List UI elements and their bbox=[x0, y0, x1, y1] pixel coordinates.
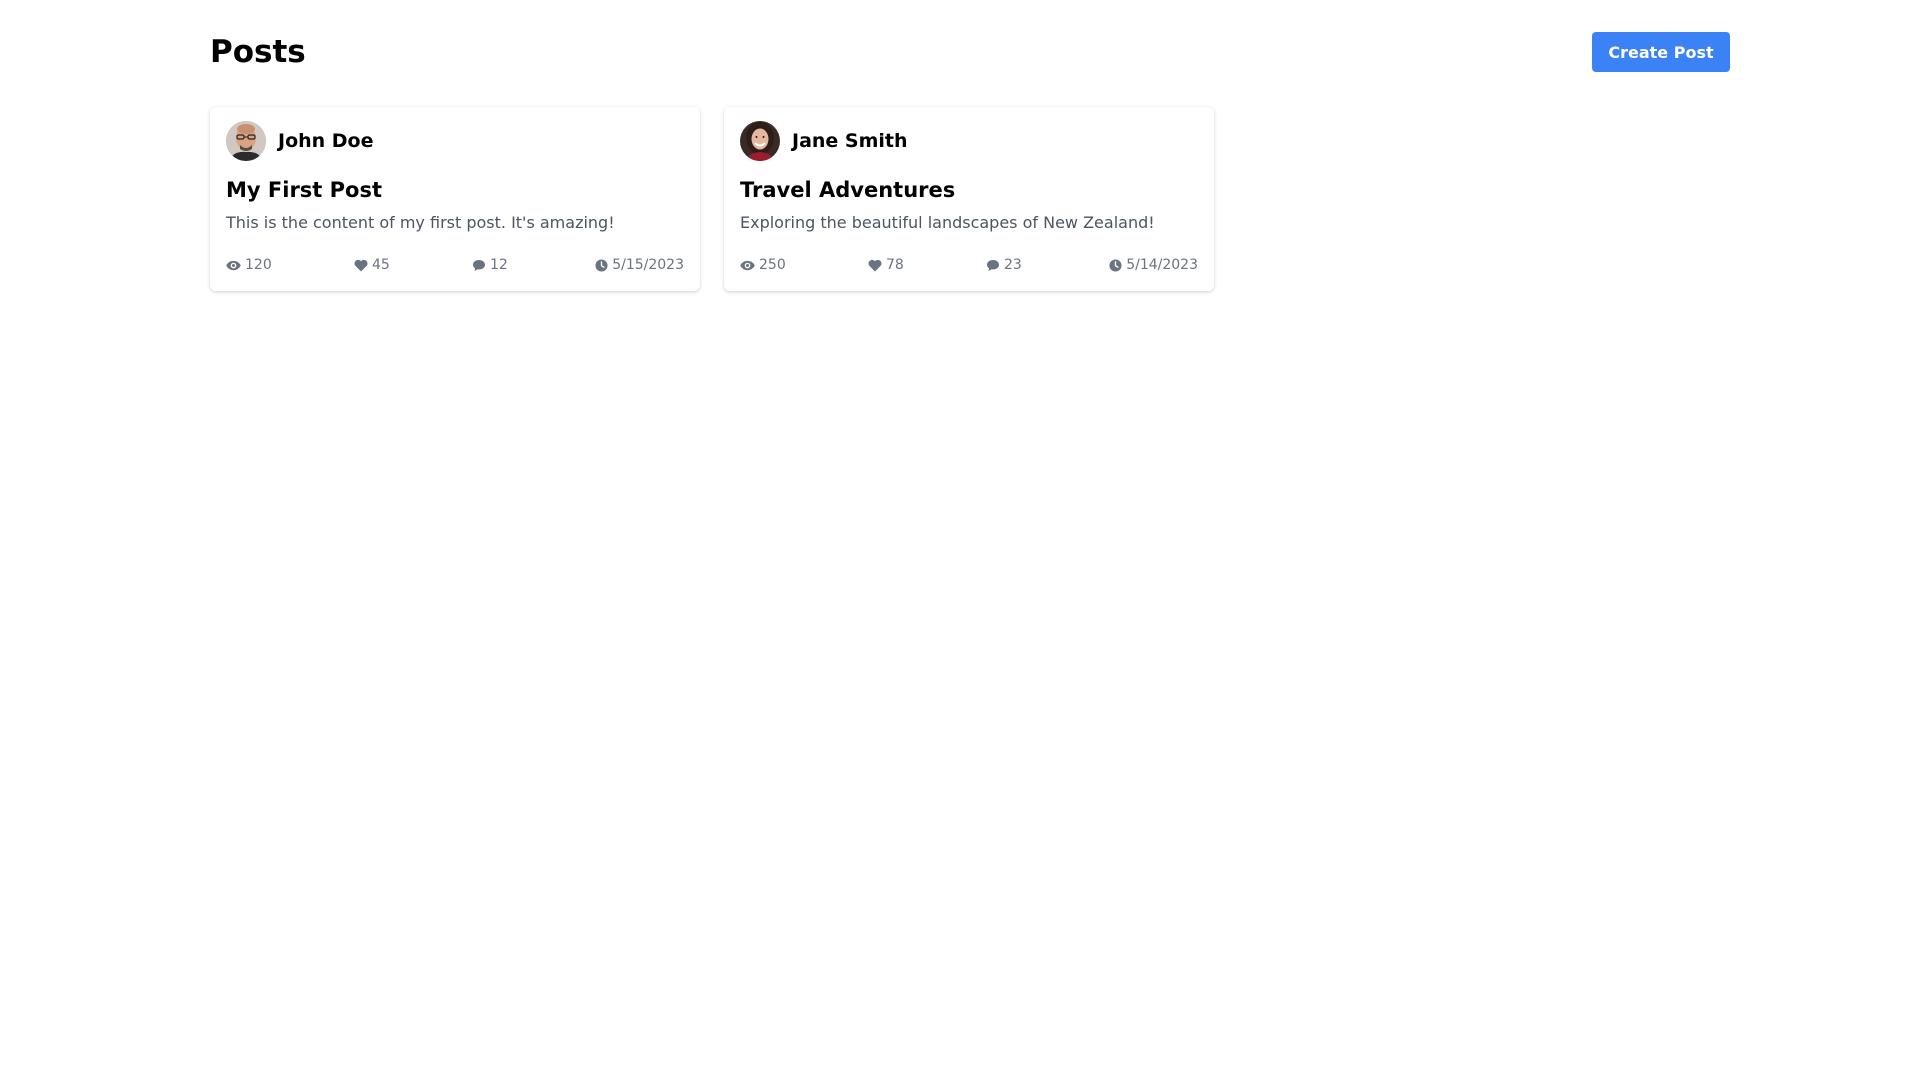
comments-count: 23 bbox=[1004, 257, 1022, 273]
post-card[interactable]: Jane Smith Travel Adventures Exploring t… bbox=[724, 107, 1214, 291]
comment-icon bbox=[987, 259, 999, 271]
date-stat: 5/14/2023 bbox=[1109, 257, 1198, 273]
clock-icon bbox=[1109, 258, 1122, 272]
date-stat: 5/15/2023 bbox=[595, 257, 684, 273]
page-header: Posts Create Post bbox=[210, 0, 1730, 104]
views-stat: 250 bbox=[740, 257, 868, 273]
comments-count: 12 bbox=[490, 257, 508, 273]
views-stat: 120 bbox=[226, 257, 354, 273]
post-date: 5/15/2023 bbox=[612, 257, 684, 273]
heart-icon bbox=[354, 259, 368, 271]
post-title[interactable]: My First Post bbox=[226, 177, 684, 203]
likes-stat[interactable]: 78 bbox=[868, 257, 986, 273]
posts-page: Posts Create Post John Doe My First Post… bbox=[210, 0, 1730, 291]
views-count: 120 bbox=[245, 257, 272, 273]
post-author: Jane Smith bbox=[740, 121, 1198, 161]
post-card[interactable]: John Doe My First Post This is the conte… bbox=[210, 107, 700, 291]
post-author: John Doe bbox=[226, 121, 684, 161]
page-title: Posts bbox=[210, 34, 306, 70]
heart-icon bbox=[868, 259, 882, 271]
post-content: Exploring the beautiful landscapes of Ne… bbox=[740, 213, 1155, 232]
views-count: 250 bbox=[759, 257, 786, 273]
comment-icon bbox=[473, 259, 485, 271]
post-stats: 120 45 12 5/15/2023 bbox=[226, 257, 684, 273]
likes-count: 78 bbox=[886, 257, 904, 273]
posts-grid: John Doe My First Post This is the conte… bbox=[210, 107, 1214, 291]
create-post-button[interactable]: Create Post bbox=[1592, 32, 1730, 72]
eye-icon bbox=[226, 260, 241, 270]
eye-icon bbox=[740, 260, 755, 270]
author-name: John Doe bbox=[278, 130, 374, 152]
post-content: This is the content of my first post. It… bbox=[226, 213, 615, 232]
author-name: Jane Smith bbox=[792, 130, 908, 152]
comments-stat[interactable]: 12 bbox=[472, 257, 595, 273]
post-title[interactable]: Travel Adventures bbox=[740, 177, 1198, 203]
post-date: 5/14/2023 bbox=[1126, 257, 1198, 273]
comments-stat[interactable]: 23 bbox=[986, 257, 1109, 273]
clock-icon bbox=[595, 258, 608, 272]
likes-count: 45 bbox=[372, 257, 390, 273]
avatar bbox=[740, 121, 780, 161]
post-stats: 250 78 23 5/14/2023 bbox=[740, 257, 1198, 273]
avatar bbox=[226, 121, 266, 161]
likes-stat[interactable]: 45 bbox=[354, 257, 472, 273]
